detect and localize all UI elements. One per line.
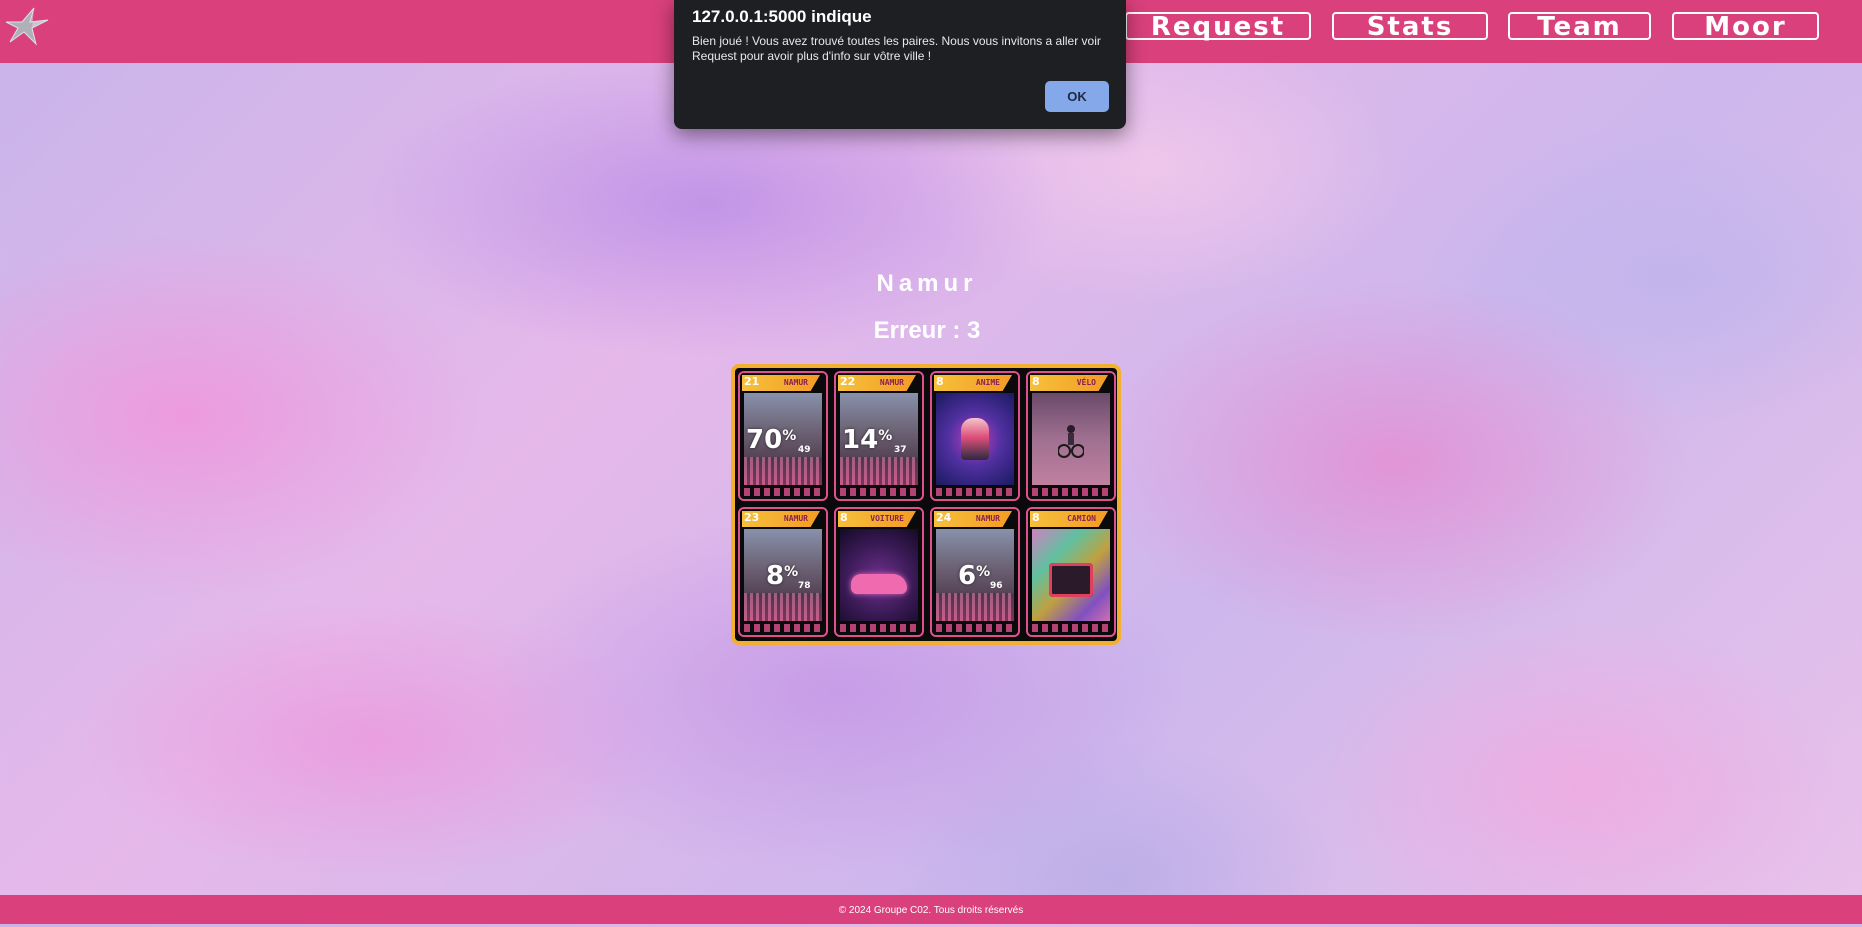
- card-badge: VOITURE: [838, 511, 916, 527]
- memory-card[interactable]: VÉLO 8: [1026, 371, 1116, 501]
- memory-card[interactable]: CAMION 8: [1026, 507, 1116, 637]
- card-footer-decoration: [744, 624, 822, 632]
- card-stat-value: 14%: [842, 425, 893, 455]
- nav-stats-button[interactable]: Stats: [1332, 12, 1488, 40]
- card-number: 8: [840, 511, 848, 524]
- card-number: 8: [936, 375, 944, 388]
- card-number: 22: [840, 375, 856, 388]
- memory-card[interactable]: ANIME 8: [930, 371, 1020, 501]
- bike-rider-image: [1032, 393, 1110, 485]
- memory-card[interactable]: NAMUR 24 6% 96: [930, 507, 1020, 637]
- card-number: 23: [744, 511, 760, 524]
- card-stat-value: 8%: [766, 561, 799, 591]
- copyright-text: © 2024 Groupe C02. Tous droits réservés: [838, 905, 1024, 916]
- card-number: 8: [1032, 511, 1040, 524]
- pink-car-image: [840, 529, 918, 621]
- card-stat-sub: 96: [990, 581, 1003, 591]
- card-stat-sub: 78: [798, 581, 811, 591]
- card-badge: ANIME: [934, 375, 1012, 391]
- card-number: 21: [744, 375, 760, 388]
- star-logo-icon[interactable]: [4, 6, 54, 46]
- holo-truck-image: [1032, 529, 1110, 621]
- card-footer-decoration: [840, 624, 918, 632]
- card-number: 24: [936, 511, 952, 524]
- memory-card[interactable]: NAMUR 23 8% 78: [738, 507, 828, 637]
- error-counter: Erreur : 3: [873, 317, 981, 344]
- nav-request-button[interactable]: Request: [1125, 12, 1311, 40]
- footer: © 2024 Groupe C02. Tous droits réservés: [0, 895, 1862, 924]
- nav-moor-button[interactable]: Moor: [1672, 12, 1819, 40]
- card-number: 8: [1032, 375, 1040, 388]
- card-footer-decoration: [1032, 488, 1110, 496]
- city-title: Namur: [876, 270, 978, 297]
- card-footer-decoration: [840, 488, 918, 496]
- alert-title: 127.0.0.1:5000 indique: [692, 7, 872, 26]
- card-stat-value: 6%: [958, 561, 991, 591]
- card-badge: CAMION: [1030, 511, 1108, 527]
- card-footer-decoration: [744, 488, 822, 496]
- card-stat-sub: 37: [894, 445, 907, 455]
- alert-ok-button[interactable]: OK: [1045, 81, 1109, 112]
- card-footer-decoration: [936, 488, 1014, 496]
- card-footer-decoration: [936, 624, 1014, 632]
- card-badge: VÉLO: [1030, 375, 1108, 391]
- memory-board: NAMUR 21 70% 49 NAMUR 22 14% 37 ANIME 8 …: [731, 364, 1121, 645]
- anime-character-image: [936, 393, 1014, 485]
- card-stat-value: 70%: [746, 425, 797, 455]
- memory-card[interactable]: NAMUR 22 14% 37: [834, 371, 924, 501]
- memory-card[interactable]: VOITURE 8: [834, 507, 924, 637]
- alert-message: Bien joué ! Vous avez trouvé toutes les …: [692, 34, 1101, 63]
- card-stat-sub: 49: [798, 445, 811, 455]
- card-footer-decoration: [1032, 624, 1110, 632]
- nav-team-button[interactable]: Team: [1508, 12, 1651, 40]
- memory-card[interactable]: NAMUR 21 70% 49: [738, 371, 828, 501]
